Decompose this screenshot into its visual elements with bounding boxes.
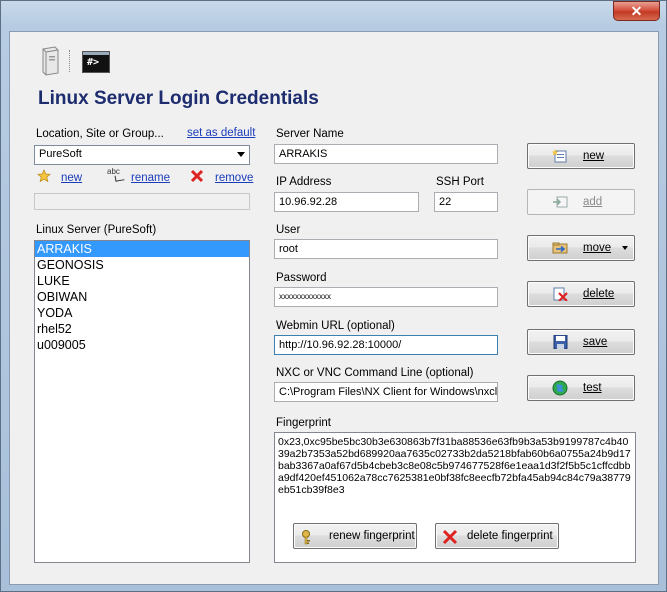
delete-fingerprint-label: delete fingerprint [467,530,553,542]
close-button[interactable]: ✕ [613,1,660,21]
terminal-icon: #> [82,51,110,73]
renew-fingerprint-label: renew fingerprint [329,530,415,542]
delete-x-icon [442,529,458,545]
new-button-label: new [583,150,605,162]
nxc-command-label: NXC or VNC Command Line (optional) [276,367,474,379]
delete-button-label: delete [583,288,615,300]
list-item[interactable]: YODA [35,305,249,321]
fingerprint-text: 0x23,0xc95be5bc30b3e630863b7f31ba88536e6… [278,436,631,496]
add-button[interactable]: add [527,189,635,215]
move-button[interactable]: move [527,235,635,261]
ssh-port-label: SSH Port [436,176,484,188]
test-button[interactable]: test [527,375,635,401]
server-list[interactable]: ARRAKIS GEONOSIS LUKE OBIWAN YODA rhel52… [34,240,250,563]
ip-address-field[interactable]: 10.96.92.28 [274,192,419,212]
move-icon [552,242,568,254]
list-item[interactable]: LUKE [35,273,249,289]
move-button-label: move [583,242,612,254]
key-icon [302,530,310,545]
ip-address-label: IP Address [276,176,332,188]
server-icon [38,46,60,76]
new-star-icon [37,169,51,183]
list-item[interactable]: GEONOSIS [35,257,249,273]
location-edit-field [34,193,250,210]
servers-label: Linux Server (PureSoft) [36,224,157,236]
location-select[interactable]: PureSoft [34,145,250,165]
renew-fingerprint-button[interactable]: renew fingerprint [293,523,417,549]
server-name-field[interactable]: ARRAKIS [274,144,498,164]
separator [69,50,71,72]
password-label: Password [276,272,327,284]
list-item[interactable]: rhel52 [35,321,249,337]
new-document-icon [552,149,567,163]
add-button-label: add [583,196,603,208]
add-arrow-icon [553,196,568,208]
set-as-default-link[interactable]: set as default [187,127,255,139]
list-item[interactable]: u009005 [35,337,249,353]
password-field[interactable]: xxxxxxxxxxxxx [274,287,498,307]
list-item[interactable]: OBIWAN [35,289,249,305]
new-location-link[interactable]: new [61,172,82,184]
save-button[interactable]: save [527,329,635,355]
ssh-port-field[interactable]: 22 [434,192,498,212]
delete-document-icon [553,287,568,301]
list-item[interactable]: ARRAKIS [35,241,249,257]
nxc-command-field[interactable]: C:\Program Files\NX Client for Windows\n… [274,382,498,402]
new-button[interactable]: new [527,143,635,169]
webmin-url-label: Webmin URL (optional) [276,320,395,332]
rename-icon: abc [107,167,125,183]
location-selected-value: PureSoft [39,148,82,160]
chevron-down-icon [622,246,628,250]
dialog-client-area: #> Linux Server Login Credentials Locati… [9,31,659,585]
save-button-label: save [583,336,608,348]
delete-fingerprint-button[interactable]: delete fingerprint [435,523,559,549]
close-icon: ✕ [630,3,643,19]
test-button-label: test [583,382,602,394]
delete-button[interactable]: delete [527,281,635,307]
fingerprint-label: Fingerprint [276,417,331,429]
remove-location-link[interactable]: remove [215,172,253,184]
user-label: User [276,224,301,236]
user-field[interactable]: root [274,239,498,259]
save-disk-icon [553,335,568,349]
test-globe-icon [552,380,568,396]
app-window: ✕ #> Linux Server Login Credentials Loca… [0,0,667,592]
webmin-url-field[interactable]: http://10.96.92.28:10000/ [274,335,498,355]
chevron-down-icon [237,152,245,157]
page-title: Linux Server Login Credentials [38,88,319,109]
location-label: Location, Site or Group... [36,128,164,140]
server-name-label: Server Name [276,128,344,140]
remove-x-icon [190,169,204,183]
rename-location-link[interactable]: rename [131,172,170,184]
